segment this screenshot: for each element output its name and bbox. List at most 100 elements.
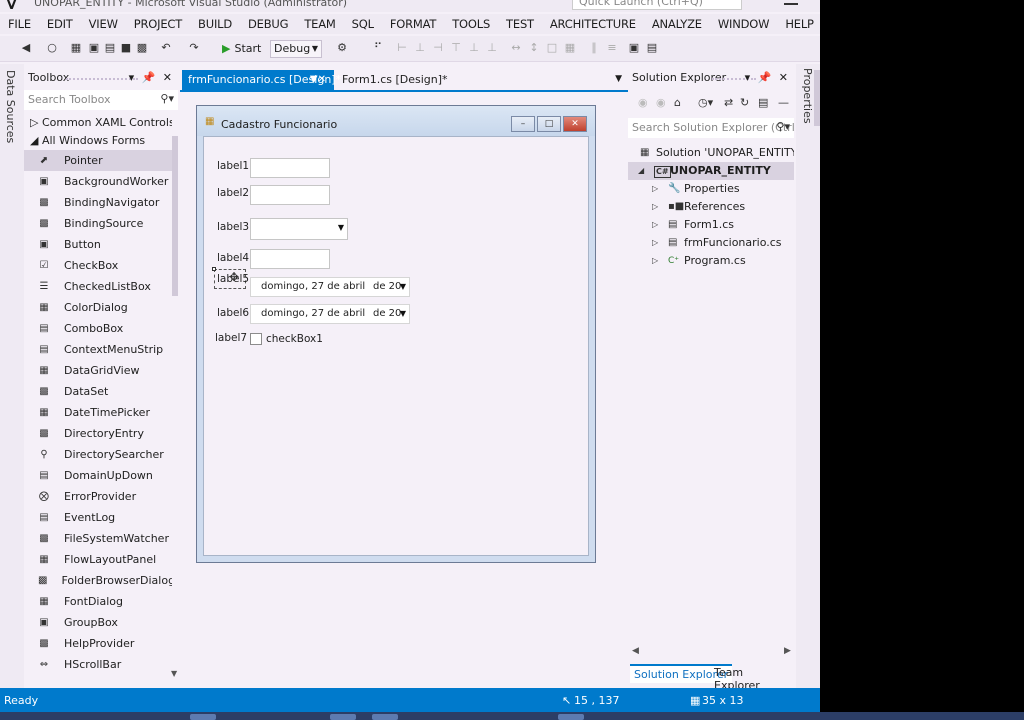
same-height-icon[interactable]: ↕ (528, 42, 540, 54)
solution-explorer-search-input[interactable]: Search Solution Explorer (Ctrl+;) ⚲▾ (628, 118, 794, 138)
tree-solution[interactable]: ▦ Solution 'UNOPAR_ENTITY' (1 project) (628, 144, 794, 162)
tree-program[interactable]: ▷ C⁺ Program.cs (628, 252, 794, 270)
redo-icon[interactable]: ↷ (188, 42, 200, 54)
expand-arrow-icon[interactable]: ▷ (652, 198, 658, 216)
label1[interactable]: label1 (217, 160, 249, 172)
toolbox-item-filesystemwatcher[interactable]: ▩ FileSystemWatcher (24, 528, 172, 549)
menu-sql[interactable]: SQL (344, 14, 382, 34)
toolbox-item-datetimepicker[interactable]: ▦ DateTimePicker (24, 402, 172, 423)
size-to-grid-icon[interactable]: ▦ (564, 42, 576, 54)
toolbox-item-directorysearcher[interactable]: ⚲ DirectorySearcher (24, 444, 172, 465)
tree-form1[interactable]: ▷ ▤ Form1.cs (628, 216, 794, 234)
pane-controls[interactable]: ▾ 📌 ✕ (745, 71, 790, 84)
align-middles-icon[interactable]: ⊥ (468, 42, 480, 54)
horizontal-spacing-icon[interactable]: ∥ (588, 42, 600, 54)
taskbar-app-icon[interactable] (558, 714, 584, 720)
menu-tools[interactable]: TOOLS (444, 14, 498, 34)
toolbox-scrollbar[interactable]: ▼ (170, 114, 180, 684)
toolbox-group-xaml[interactable]: ▷ Common XAML Controls (24, 114, 172, 132)
label2[interactable]: label2 (217, 187, 249, 199)
menu-file[interactable]: FILE (0, 14, 39, 34)
data-sources-tab[interactable]: Data Sources (4, 70, 17, 143)
home-icon[interactable]: ⌂ (674, 96, 681, 109)
toolbox-item-contextmenustrip[interactable]: ▤ ContextMenuStrip (24, 339, 172, 360)
toolbox-item-backgroundworker[interactable]: ▣ BackgroundWorker (24, 171, 172, 192)
tree-project[interactable]: ◢ C# UNOPAR_ENTITY (628, 162, 794, 180)
toolbox-item-checkbox[interactable]: ☑ CheckBox (24, 255, 172, 276)
toolbox-item-errorprovider[interactable]: ⨂ ErrorProvider (24, 486, 172, 507)
solution-configuration-select[interactable]: Debug ▼ (270, 40, 322, 58)
collapse-arrow-icon[interactable]: ◢ (638, 162, 644, 180)
toolbox-item-bindingsource[interactable]: ▩ BindingSource (24, 213, 172, 234)
combobox1[interactable]: ▼ (250, 218, 348, 240)
label4[interactable]: label4 (217, 252, 249, 264)
datetimepicker1[interactable]: domingo , 27 de abril de 20 ▼ (250, 277, 410, 297)
same-width-icon[interactable]: ↔ (510, 42, 522, 54)
start-button[interactable]: ▶ Start (222, 42, 261, 55)
align-centers-icon[interactable]: ⊥ (414, 42, 426, 54)
label6[interactable]: label6 (217, 307, 249, 319)
menu-edit[interactable]: EDIT (39, 14, 81, 34)
toolbox-item-pointer[interactable]: ⬈ Pointer (24, 150, 172, 171)
menu-team[interactable]: TEAM (296, 14, 343, 34)
expand-arrow-icon[interactable]: ▷ (652, 252, 658, 270)
menu-view[interactable]: VIEW (81, 14, 126, 34)
tree-frmfuncionario[interactable]: ▷ ▤ frmFuncionario.cs (628, 234, 794, 252)
toolbox-item-fontdialog[interactable]: ▦ FontDialog (24, 591, 172, 612)
taskbar-app-icon[interactable] (190, 714, 216, 720)
toolbox-item-combobox[interactable]: ▤ ComboBox (24, 318, 172, 339)
tree-properties[interactable]: ▷ 🔧 Properties (628, 180, 794, 198)
toolbox-item-groupbox[interactable]: ▣ GroupBox (24, 612, 172, 633)
form-close-button[interactable]: ✕ (563, 116, 587, 132)
bring-to-front-icon[interactable]: ▣ (628, 42, 640, 54)
toolbox-item-flowlayoutpanel[interactable]: ▦ FlowLayoutPanel (24, 549, 172, 570)
toolbox-group-winforms[interactable]: ◢ All Windows Forms (24, 132, 172, 150)
save-icon[interactable]: ■ (120, 42, 132, 54)
toolbox-item-colordialog[interactable]: ▦ ColorDialog (24, 297, 172, 318)
solution-explorer-hscrollbar[interactable]: ◀ ▶ (628, 646, 794, 658)
scrollbar-thumb[interactable] (172, 136, 178, 296)
form-maximize-button[interactable]: □ (537, 116, 561, 132)
vertical-spacing-icon[interactable]: ≡ (606, 42, 618, 54)
align-grid-icon[interactable]: ⠋ (372, 42, 384, 54)
textbox3[interactable] (250, 249, 330, 269)
add-item-icon[interactable]: ▣ (88, 42, 100, 54)
menu-test[interactable]: TEST (498, 14, 542, 34)
same-size-icon[interactable]: □ (546, 42, 558, 54)
menu-analyze[interactable]: ANALYZE (644, 14, 710, 34)
pending-changes-icon[interactable]: ◷▾ (698, 96, 713, 109)
toolbox-item-bindingnavigator[interactable]: ▩ BindingNavigator (24, 192, 172, 213)
properties-tab[interactable]: Properties (801, 68, 814, 124)
menu-format[interactable]: FORMAT (382, 14, 444, 34)
drag-grip[interactable] (66, 78, 138, 81)
pane-controls[interactable]: ▾ 📌 ✕ (129, 71, 174, 84)
pin-icon[interactable]: ▼✕ (310, 70, 326, 90)
checkbox1-label[interactable]: checkBox1 (266, 333, 323, 345)
align-bottoms-icon[interactable]: ⊥ (486, 42, 498, 54)
textbox2[interactable] (250, 185, 330, 205)
quick-launch-input[interactable]: Quick Launch (Ctrl+Q) (572, 0, 742, 10)
align-rights-icon[interactable]: ⊣ (432, 42, 444, 54)
refresh-icon[interactable]: ↻ (740, 96, 749, 109)
align-lefts-icon[interactable]: ⊢ (396, 42, 408, 54)
menu-project[interactable]: PROJECT (126, 14, 190, 34)
send-to-back-icon[interactable]: ▤ (646, 42, 658, 54)
scroll-down-icon[interactable]: ▼ (171, 669, 177, 678)
expand-arrow-icon[interactable]: ▷ (652, 234, 658, 252)
label5-selection[interactable]: label5 ✥ (212, 267, 249, 289)
toolbox-search-input[interactable]: Search Toolbox ⚲▾ (24, 90, 178, 110)
save-all-icon[interactable]: ▩ (136, 42, 148, 54)
menu-debug[interactable]: DEBUG (240, 14, 296, 34)
tree-references[interactable]: ▷ ▪■ References (628, 198, 794, 216)
form-client-area[interactable]: label1 label2 label3 ▼ label4 label5 ✥ d… (203, 136, 589, 556)
menu-architecture[interactable]: ARCHITECTURE (542, 14, 644, 34)
attach-icon[interactable]: ⚙ (336, 42, 348, 54)
resize-handle[interactable] (212, 267, 216, 271)
minimize-button[interactable] (784, 0, 798, 5)
taskbar-app-icon[interactable] (330, 714, 356, 720)
toolbox-item-domainupdown[interactable]: ▤ DomainUpDown (24, 465, 172, 486)
tab-overflow-chevron-icon[interactable]: ▼ (615, 74, 622, 84)
toolbox-item-folderbrowserdialog[interactable]: ▩ FolderBrowserDialog (24, 570, 172, 591)
back-icon[interactable]: ◉ (638, 96, 648, 109)
toolbox-item-hscrollbar[interactable]: ⇔ HScrollBar (24, 654, 172, 675)
